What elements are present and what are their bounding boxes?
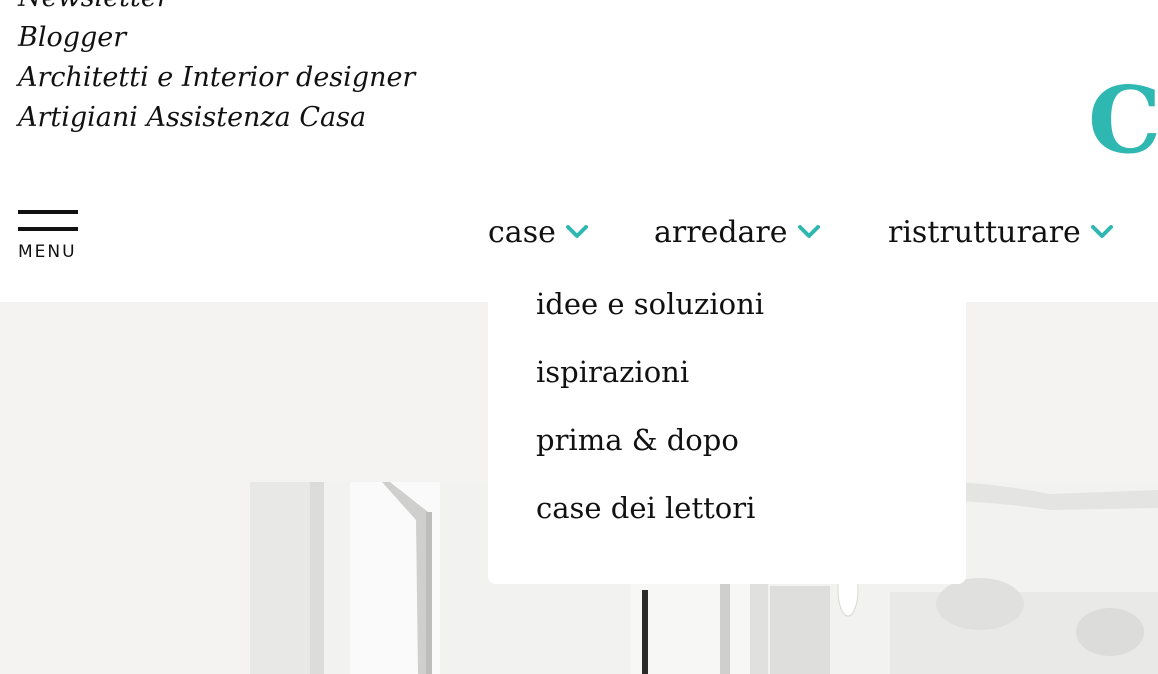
- nav-item-label: arredare: [654, 214, 788, 250]
- nav-item-ristrutturare[interactable]: ristrutturare: [888, 212, 1113, 252]
- top-links: Newsletter Blogger Architetti e Interior…: [18, 0, 415, 138]
- menu-label: MENU: [18, 242, 77, 262]
- dropdown-item-ispirazioni[interactable]: ispirazioni: [536, 352, 689, 392]
- top-link-newsletter[interactable]: Newsletter: [18, 0, 415, 18]
- hamburger-icon-bar: [18, 210, 78, 214]
- nav-item-case[interactable]: case: [488, 212, 588, 252]
- chevron-down-icon: [797, 225, 820, 239]
- top-link-architetti[interactable]: Architetti e Interior designer: [18, 58, 415, 98]
- case-dropdown-menu: idee e soluzioni ispirazioni prima & dop…: [488, 270, 966, 584]
- nav-item-label: ristrutturare: [888, 214, 1081, 250]
- chevron-down-icon: [565, 225, 588, 239]
- dropdown-item-case-dei-lettori[interactable]: case dei lettori: [536, 488, 755, 528]
- chevron-down-icon: [1090, 225, 1113, 239]
- dropdown-item-prima-e-dopo[interactable]: prima & dopo: [536, 420, 739, 460]
- site-logo[interactable]: C.: [1088, 70, 1158, 170]
- nav-item-arredare[interactable]: arredare: [654, 212, 820, 252]
- top-link-blogger[interactable]: Blogger: [18, 18, 415, 58]
- nav-item-label: case: [488, 214, 556, 250]
- hamburger-icon-bar: [18, 227, 78, 231]
- menu-button[interactable]: MENU: [18, 210, 80, 262]
- dropdown-item-idee-e-soluzioni[interactable]: idee e soluzioni: [536, 284, 764, 324]
- top-link-artigiani[interactable]: Artigiani Assistenza Casa: [18, 98, 415, 138]
